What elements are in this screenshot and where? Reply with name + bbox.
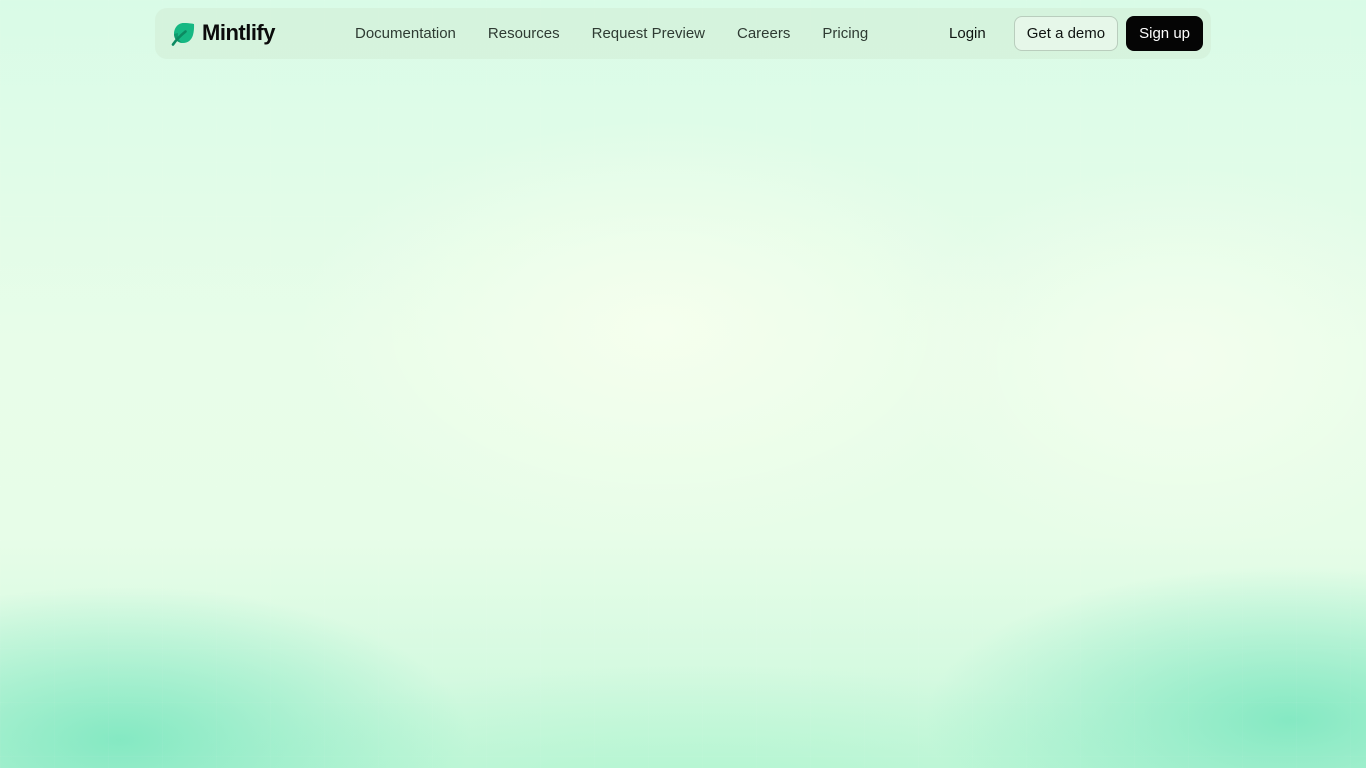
top-navbar: Mintlify Documentation Resources Request… xyxy=(155,8,1211,59)
sign-up-button[interactable]: Sign up xyxy=(1126,16,1203,51)
mintlify-leaf-icon xyxy=(171,22,195,46)
nav-actions: Login Get a demo Sign up xyxy=(929,16,1203,51)
nav-link-resources[interactable]: Resources xyxy=(472,8,576,59)
nav-link-request-preview[interactable]: Request Preview xyxy=(576,8,721,59)
logo-link[interactable]: Mintlify xyxy=(171,20,276,46)
nav-link-careers[interactable]: Careers xyxy=(721,8,806,59)
nav-link-pricing[interactable]: Pricing xyxy=(806,8,884,59)
primary-nav: Documentation Resources Request Preview … xyxy=(339,8,884,59)
login-button[interactable]: Login xyxy=(929,16,1006,51)
get-a-demo-button[interactable]: Get a demo xyxy=(1013,16,1119,51)
logo-text: Mintlify xyxy=(202,20,276,45)
nav-link-documentation[interactable]: Documentation xyxy=(339,8,472,59)
hero-background xyxy=(0,0,1366,768)
